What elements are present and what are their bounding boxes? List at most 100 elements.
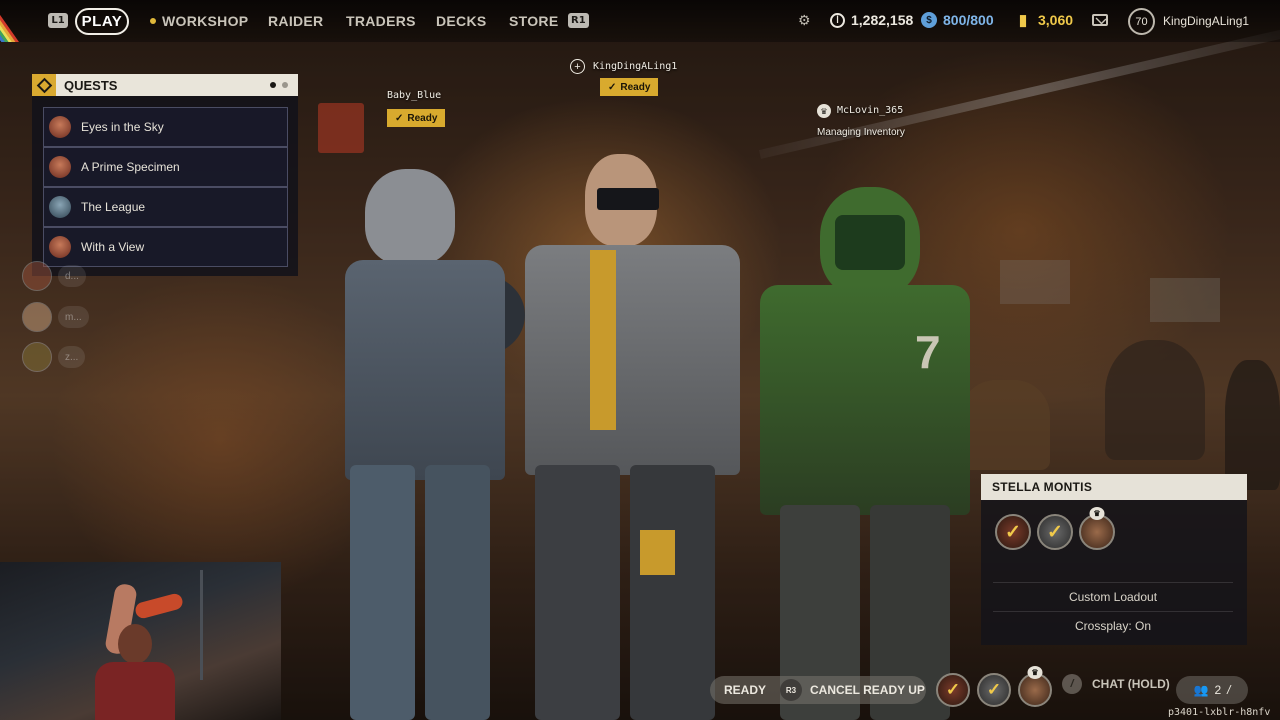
- quest-giver-avatar: [49, 236, 71, 258]
- quest-label: The League: [81, 200, 146, 214]
- tab-play[interactable]: PLAY: [75, 8, 129, 35]
- torso: [760, 285, 970, 515]
- notification-dot-icon: [150, 18, 156, 24]
- streamer-head: [118, 624, 152, 664]
- player-ready-badge: ✓ Ready: [387, 109, 446, 127]
- friend-list-item[interactable]: d...: [22, 261, 86, 291]
- quest-list: Eyes in the Sky A Prime Specimen The Lea…: [43, 107, 288, 267]
- quest-label: With a View: [81, 240, 145, 254]
- quest-label: Eyes in the Sky: [81, 120, 164, 134]
- tab-raider[interactable]: RAIDER: [268, 13, 323, 29]
- coin-icon: ǀ: [830, 12, 845, 28]
- quests-panel: QUESTS Eyes in the Sky A Prime Specimen …: [32, 74, 298, 276]
- held-object: [133, 592, 185, 620]
- page-dot[interactable]: [282, 82, 288, 88]
- crown-icon: ♛: [817, 104, 831, 118]
- torso: [345, 260, 505, 480]
- r1-button-icon[interactable]: R1: [568, 13, 589, 28]
- tab-traders[interactable]: TRADERS: [346, 13, 416, 29]
- coins-counter: ǀ 1,282,158: [830, 12, 913, 28]
- ready-label: READY: [724, 683, 767, 697]
- custom-loadout-label[interactable]: Custom Loadout: [993, 582, 1233, 610]
- squad-panel: STELLA MONTIS ✓ ✓ ♛ Custom Loadout Cross…: [981, 474, 1247, 645]
- l1-button-icon[interactable]: L1: [48, 13, 68, 28]
- friend-avatar: [22, 302, 52, 332]
- top-navigation-bar: L1 PLAY WORKSHOP RAIDER TRADERS DECKS ST…: [0, 0, 1280, 42]
- page-dot-active[interactable]: [270, 82, 276, 88]
- r3-button-icon: R3: [780, 679, 803, 701]
- friend-name: m...: [58, 306, 89, 328]
- quest-item[interactable]: Eyes in the Sky: [43, 107, 288, 147]
- check-icon: ✓: [608, 81, 617, 93]
- player-name-baby-blue: Baby_Blue: [387, 90, 442, 101]
- check-icon: ✓: [1005, 521, 1021, 543]
- streamer-webcam-overlay: [0, 562, 281, 720]
- tab-workshop[interactable]: WORKSHOP: [150, 13, 248, 29]
- chat-hold-button[interactable]: / CHAT (HOLD): [1062, 674, 1170, 694]
- party-count: 2: [1214, 683, 1222, 697]
- quests-title: QUESTS: [64, 77, 118, 93]
- quest-giver-avatar: [49, 156, 71, 178]
- check-icon: ✓: [986, 680, 1002, 699]
- streamer-torso: [95, 662, 175, 720]
- check-icon: ✓: [1047, 521, 1063, 543]
- squad-member-ready[interactable]: ✓: [1037, 514, 1073, 550]
- chat-label: CHAT (HOLD): [1092, 677, 1170, 691]
- quest-diamond-icon: [32, 74, 56, 96]
- r3-stick-icon[interactable]: ⚙: [798, 12, 811, 29]
- add-friend-icon[interactable]: +: [570, 59, 585, 74]
- quest-label: A Prime Specimen: [81, 160, 180, 174]
- quest-giver-avatar: [49, 196, 71, 218]
- character-baby-blue[interactable]: [325, 165, 525, 720]
- coins-value: 1,282,158: [851, 12, 914, 28]
- tab-decks[interactable]: DECKS: [436, 13, 487, 29]
- chair-frame: [200, 570, 280, 680]
- player-username[interactable]: KingDingALing1: [1163, 14, 1249, 28]
- player-status-label: Ready: [407, 112, 438, 124]
- helmet: [365, 169, 455, 265]
- friend-name: d...: [58, 265, 86, 287]
- rainbow-stripes-logo: [0, 0, 42, 42]
- tab-store[interactable]: STORE: [509, 13, 558, 29]
- squad-members: ✓ ✓ ♛: [995, 507, 1115, 550]
- party-size-button[interactable]: 👥 2 /: [1176, 676, 1248, 704]
- quest-item[interactable]: A Prime Specimen: [43, 147, 288, 187]
- party-member-ready[interactable]: ✓: [936, 673, 970, 707]
- quests-pagination[interactable]: [270, 82, 288, 88]
- crown-icon: ♛: [1027, 666, 1043, 679]
- player-level-badge[interactable]: 70: [1128, 8, 1155, 35]
- party-member-leader[interactable]: ♛: [1018, 666, 1052, 707]
- session-id: p3401-lxblr-h8nfv: [1168, 707, 1271, 718]
- squad-member-ready[interactable]: ✓: [995, 514, 1031, 550]
- energy-icon: $: [921, 12, 937, 28]
- yellow-patch: [640, 530, 675, 575]
- cancel-ready-up-button[interactable]: READY R3 CANCEL READY UP: [710, 676, 926, 704]
- chat-button-icon: /: [1062, 674, 1082, 694]
- squad-member-leader[interactable]: ♛: [1079, 507, 1115, 550]
- torso: [525, 245, 740, 475]
- friend-name: z...: [58, 346, 86, 368]
- premium-currency-value: 3,060: [1038, 12, 1074, 28]
- crossplay-status[interactable]: Crossplay: On: [993, 611, 1233, 639]
- premium-currency-counter: ▮ 3,060: [1014, 12, 1074, 29]
- visor: [597, 188, 659, 210]
- mail-icon[interactable]: [1092, 14, 1108, 26]
- friend-list-item[interactable]: m...: [22, 302, 89, 332]
- quest-item[interactable]: The League: [43, 187, 288, 227]
- party-member-ready[interactable]: ✓: [977, 673, 1011, 707]
- friend-avatar: [22, 261, 52, 291]
- gold-bars-icon: ▮: [1018, 12, 1028, 29]
- energy-value: 800/800: [943, 12, 994, 28]
- squad-map-title[interactable]: STELLA MONTIS: [981, 474, 1247, 500]
- character-kingdingaling1[interactable]: [505, 150, 755, 720]
- people-icon: 👥: [1193, 683, 1209, 697]
- player-name-kingdingaling1: KingDingALing1: [593, 61, 678, 72]
- quests-header: QUESTS: [32, 74, 298, 96]
- check-icon: ✓: [945, 680, 961, 699]
- player-name-mclovin365: McLovin_365: [837, 105, 904, 116]
- friend-avatar: [22, 342, 52, 372]
- slash-button-icon: /: [1227, 683, 1231, 697]
- character-mclovin365[interactable]: 7: [755, 185, 985, 720]
- tab-label: WORKSHOP: [162, 13, 249, 29]
- friend-list-item[interactable]: z...: [22, 342, 86, 372]
